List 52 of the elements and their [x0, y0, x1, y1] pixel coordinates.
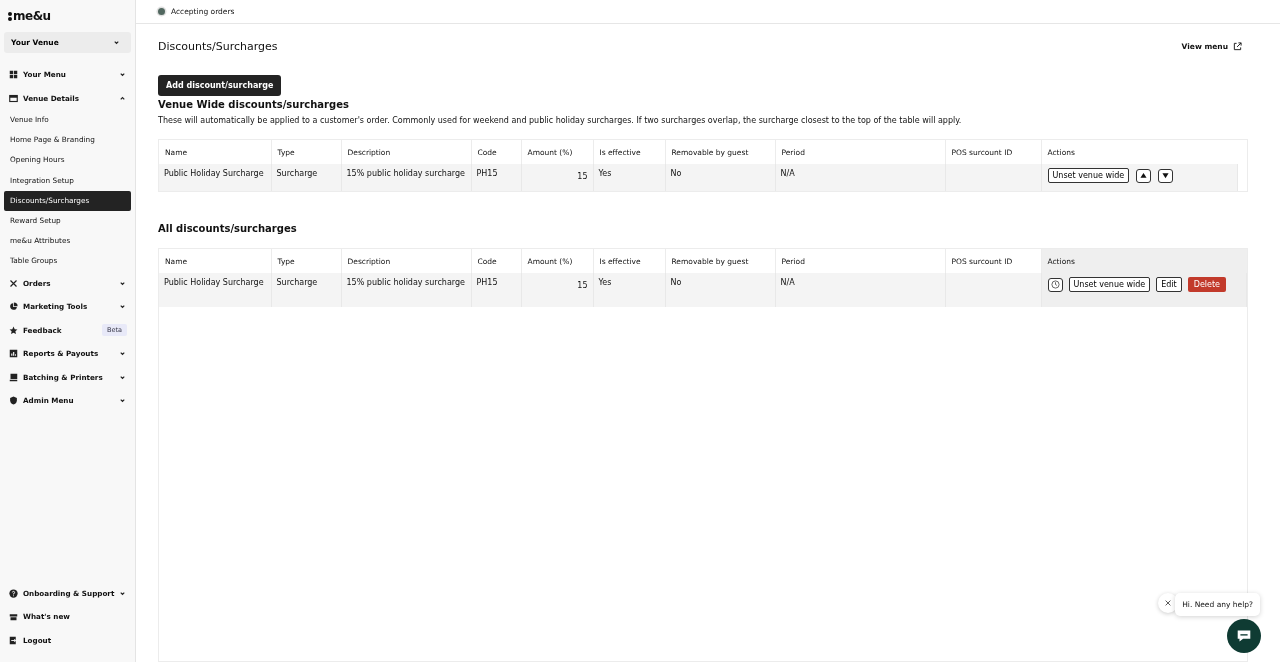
table-cell: PH15 — [476, 278, 498, 287]
table-cell: N/A — [780, 278, 795, 287]
table-cell: PH15 — [476, 169, 498, 178]
chevron-down-icon — [119, 303, 126, 311]
table-cell: 15% public holiday surcharge — [346, 278, 465, 287]
chevron-down-icon — [119, 350, 126, 358]
action-button[interactable]: Edit — [1156, 277, 1182, 292]
chevron-down-icon — [119, 279, 126, 287]
delete-button[interactable]: Delete — [1187, 277, 1227, 292]
chat-button[interactable] — [1227, 619, 1261, 653]
star-icon — [9, 325, 18, 335]
add-discount-button[interactable]: Add discount/surcharge — [158, 75, 282, 96]
table-cell: No — [670, 169, 682, 178]
action-button[interactable]: Unset venue wide — [1047, 168, 1130, 183]
section-title: Venue Wide discounts/surcharges — [158, 99, 350, 110]
logout-icon — [9, 635, 18, 645]
chevron-down-icon — [119, 373, 126, 381]
schedule-button[interactable] — [1047, 277, 1063, 292]
triangle-down-icon — [1162, 172, 1170, 179]
move-down-button[interactable] — [1158, 168, 1174, 183]
me-and-u-logo: me&u — [4, 6, 131, 26]
table-cell: 15 — [577, 172, 588, 181]
action-button[interactable]: Unset venue wide — [1068, 277, 1151, 292]
page-title: Discounts/Surcharges — [158, 40, 278, 53]
grid-icon — [9, 70, 18, 80]
table-cell: Surcharge — [276, 278, 318, 287]
pie-icon — [9, 302, 18, 312]
chevron-down-icon — [119, 397, 126, 405]
help-icon — [9, 588, 18, 598]
external-link-icon — [1233, 42, 1242, 51]
chevron-down-icon — [119, 71, 126, 79]
table-cell: 15 — [577, 281, 588, 290]
table-cell: Yes — [598, 278, 612, 287]
chevron-down-icon — [113, 39, 120, 46]
close-icon — [1164, 599, 1172, 607]
table-cell: 15% public holiday surcharge — [346, 169, 465, 178]
section-description: These will automatically be applied to a customer's order. Commonly used for weekend and public holiday surcharges. If two surcharges overlap, the surcharge closest to the top of the table will apply. — [158, 116, 963, 125]
chart-icon — [9, 349, 18, 359]
table-cell: N/A — [780, 169, 795, 178]
move-up-button[interactable] — [1136, 168, 1152, 183]
table-cell: Public Holiday Surcharge — [164, 278, 264, 287]
chevron-down-icon — [119, 589, 127, 597]
cross-icon — [9, 278, 18, 288]
card-icon — [9, 93, 18, 103]
shield-icon — [9, 396, 18, 406]
table-cell: Surcharge — [276, 169, 318, 178]
triangle-up-icon — [1140, 172, 1148, 179]
table-cell: No — [670, 278, 682, 287]
chevron-up-icon — [119, 94, 126, 102]
table-cell: Yes — [598, 169, 612, 178]
table-cell: Public Holiday Surcharge — [164, 169, 264, 178]
section-title: All discounts/surcharges — [158, 223, 298, 234]
